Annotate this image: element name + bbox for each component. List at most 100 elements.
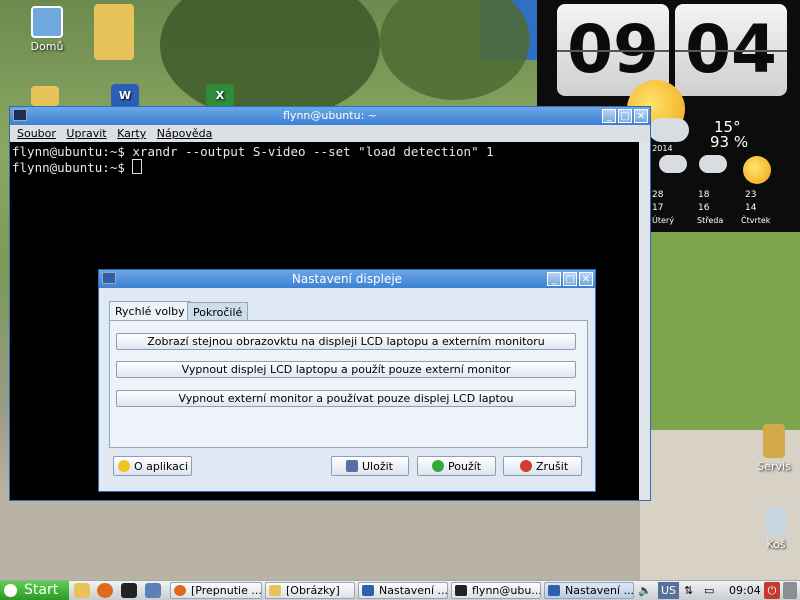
close-button[interactable]: ✕ [634, 109, 648, 123]
display-settings-dialog: Nastavení displeje _ □ ✕ Rychlé volby Po… [98, 269, 596, 492]
terminal-icon [455, 585, 467, 596]
lcd-only-button[interactable]: Vypnout externí monitor a používat pouze… [116, 390, 576, 407]
forecast-high: 28 [652, 190, 664, 200]
show-desktop-icon[interactable] [145, 583, 161, 598]
task-nastaveni-2[interactable]: Nastavení ... [544, 582, 634, 599]
desktop-icon-bag[interactable] [90, 4, 138, 62]
clock-minutes: 04 [675, 4, 787, 96]
menu-upravit[interactable]: Upravit [66, 125, 106, 142]
checkmark-icon [432, 460, 444, 472]
start-label: Start [24, 582, 59, 598]
close-button[interactable]: ✕ [579, 272, 593, 286]
menu-soubor[interactable]: Soubor [17, 125, 56, 142]
network-icon[interactable]: ⇅ [684, 582, 693, 599]
firefox-icon [174, 585, 186, 596]
save-label: Uložit [362, 460, 393, 473]
floppy-icon [346, 460, 358, 472]
display-icon [102, 272, 116, 284]
desktop-icon-home[interactable]: Domů [17, 6, 77, 53]
task-terminal[interactable]: flynn@ubu... [451, 582, 541, 599]
apply-label: Použít [448, 460, 482, 473]
forecast-low: 17 [652, 203, 664, 213]
display-icon [362, 585, 374, 596]
forecast-day: Středa [697, 216, 724, 225]
firefox-icon[interactable] [97, 583, 113, 598]
minimize-button[interactable]: _ [547, 272, 561, 286]
desktop-icon-trash[interactable]: Koš [752, 508, 800, 551]
tab-advanced[interactable]: Pokročilé [187, 302, 249, 322]
tree-foliage [160, 0, 380, 120]
trash-icon [765, 508, 787, 536]
tree-foliage [380, 0, 530, 100]
about-button[interactable]: O aplikaci [113, 456, 192, 476]
dialog-body: Rychlé volby Pokročilé Zobrazí stejnou o… [99, 288, 595, 491]
terminal-titlebar[interactable]: flynn@ubuntu: ~ _ □ ✕ [10, 107, 650, 125]
cloud-rain-icon [659, 155, 687, 173]
terminal-prompt: flynn@ubuntu:~$ [12, 160, 133, 175]
desktop-icon-label: Servis [757, 460, 791, 473]
task-label: flynn@ubu... [472, 584, 541, 597]
current-humidity: 93 % [710, 133, 749, 151]
star-icon [118, 460, 130, 472]
desktop-icon-servis[interactable]: Servis [748, 424, 800, 473]
menu-napoveda[interactable]: Nápověda [157, 125, 213, 142]
dialog-title: Nastavení displeje [291, 272, 403, 286]
task-nastaveni-1[interactable]: Nastavení ... [358, 582, 448, 599]
word-icon: W [111, 84, 139, 108]
terminal-scrollbar[interactable] [639, 142, 650, 500]
cancel-icon [520, 460, 532, 472]
task-obrazky[interactable]: [Obrázky] [265, 582, 355, 599]
terminal-prompt-line: flynn@ubuntu:~$ [12, 159, 637, 175]
menu-karty[interactable]: Karty [117, 125, 146, 142]
cancel-label: Zrušit [536, 460, 569, 473]
sun-icon [743, 156, 771, 184]
task-label: Nastavení ... [565, 584, 634, 597]
power-icon[interactable]: ⏻ [764, 582, 780, 599]
battery-icon[interactable]: ▭ [704, 582, 714, 599]
terminal-title: flynn@ubuntu: ~ [283, 109, 377, 122]
terminal-launcher-icon[interactable] [121, 583, 137, 598]
task-label: [Obrázky] [286, 584, 340, 597]
taskbar: Start [Prepnutie ... [Obrázky] Nastavení… [0, 580, 800, 600]
maximize-button[interactable]: □ [563, 272, 577, 286]
excel-icon: X [206, 84, 234, 108]
folder-icon [31, 86, 59, 106]
cloud-icon [649, 118, 689, 142]
save-button[interactable]: Uložit [331, 456, 409, 476]
folder-icon [269, 585, 281, 596]
cancel-button[interactable]: Zrušit [503, 456, 582, 476]
about-label: O aplikaci [134, 460, 189, 473]
maximize-button[interactable]: □ [618, 109, 632, 123]
taskbar-clock[interactable]: 09:04 [729, 582, 761, 599]
file-manager-icon[interactable] [74, 583, 90, 598]
dialog-titlebar[interactable]: Nastavení displeje _ □ ✕ [99, 270, 595, 288]
mirror-displays-button[interactable]: Zobrazí stejnou obrazovktu na displeji L… [116, 333, 576, 350]
paving [0, 500, 640, 580]
show-desktop-corner-icon[interactable] [783, 582, 797, 599]
forecast-day: Čtvrtek [741, 216, 771, 225]
forecast-high: 23 [745, 190, 757, 200]
desktop-icon-folder[interactable] [15, 86, 75, 108]
forecast-day: Úterý [652, 216, 674, 225]
external-only-button[interactable]: Vypnout displej LCD laptopu a použít pou… [116, 361, 576, 378]
terminal-menubar: Soubor Upravit Karty Nápověda [10, 125, 650, 142]
task-prepnutie[interactable]: [Prepnutie ... [170, 582, 262, 599]
quick-options-panel: Zobrazí stejnou obrazovktu na displeji L… [109, 320, 588, 448]
bag-icon [94, 4, 134, 60]
lawn [640, 230, 800, 430]
terminal-icon [13, 109, 27, 121]
cloud-rain-icon [699, 155, 727, 173]
task-label: Nastavení ... [379, 584, 448, 597]
tab-quick-options[interactable]: Rychlé volby [109, 301, 191, 321]
start-button[interactable]: Start [0, 581, 69, 600]
task-label: [Prepnutie ... [191, 584, 262, 597]
volume-icon[interactable]: 🔈 [638, 582, 652, 599]
terminal-line: flynn@ubuntu:~$ xrandr --output S-video … [12, 144, 494, 159]
start-logo-icon [4, 584, 17, 597]
minimize-button[interactable]: _ [602, 109, 616, 123]
folder-icon [763, 424, 785, 458]
text-cursor [132, 159, 143, 174]
apply-button[interactable]: Použít [417, 456, 496, 476]
display-icon [548, 585, 560, 596]
keyboard-layout-indicator[interactable]: US [658, 582, 680, 599]
